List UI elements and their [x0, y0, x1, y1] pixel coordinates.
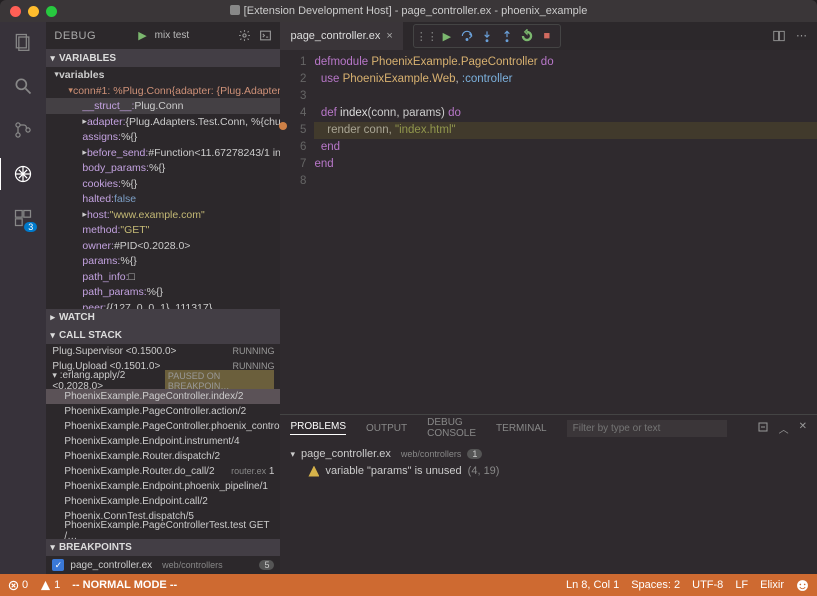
callstack-frame[interactable]: PhoenixExample.PageControllerTest.test G… — [46, 524, 280, 539]
output-tab[interactable]: OUTPUT — [366, 423, 407, 434]
debug-title: DEBUG — [54, 30, 130, 42]
callstack-frame[interactable]: PhoenixExample.Router.do_call/2router.ex… — [46, 464, 280, 479]
step-out-button[interactable] — [498, 27, 516, 45]
debug-icon[interactable] — [11, 162, 35, 186]
feedback-icon[interactable] — [796, 579, 809, 592]
extensions-badge: 3 — [24, 222, 37, 232]
variable-item[interactable]: params: %{} — [46, 253, 280, 269]
eol-status[interactable]: LF — [735, 579, 748, 591]
debug-header: DEBUG ▶ mix test — [46, 22, 280, 49]
language-status[interactable]: Elixir — [760, 579, 784, 591]
stop-button[interactable]: ■ — [538, 27, 556, 45]
variable-item[interactable]: ▸ adapter: {Plug.Adapters.Test.Conn, %{c… — [46, 114, 280, 130]
current-line-highlight — [314, 122, 817, 139]
callstack-thread[interactable]: Plug.Supervisor <0.1500.0>RUNNING — [46, 344, 280, 359]
indentation-status[interactable]: Spaces: 2 — [631, 579, 680, 591]
callstack-frame[interactable]: PhoenixExample.PageController.action/2 — [46, 404, 280, 419]
variable-item[interactable]: assigns: %{} — [46, 129, 280, 145]
step-over-button[interactable] — [458, 27, 476, 45]
variables-scope[interactable]: ▾ variables — [46, 67, 280, 83]
callstack-frame[interactable]: PhoenixExample.PageController.phoenix_co… — [46, 419, 280, 434]
callstack-frame[interactable]: PhoenixExample.Endpoint.phoenix_pipeline… — [46, 479, 280, 494]
bottom-panel: PROBLEMS OUTPUT DEBUG CONSOLE TERMINAL ︿… — [280, 414, 817, 574]
status-bar: 0 1 -- NORMAL MODE -- Ln 8, Col 1 Spaces… — [0, 574, 817, 596]
debug-sidebar: DEBUG ▶ mix test ▾VARIABLES ▾ variables … — [46, 22, 280, 574]
split-editor-icon[interactable] — [772, 29, 786, 43]
variable-item[interactable]: owner: #PID<0.2028.0> — [46, 238, 280, 254]
editor-tabbar: page_controller.ex × ⋮⋮ ▶ ■ ⋯ — [280, 22, 817, 50]
editor-actions: ⋯ — [772, 29, 817, 43]
extensions-icon[interactable]: 3 — [11, 206, 35, 230]
warning-icon — [308, 466, 319, 477]
source-control-icon[interactable] — [11, 118, 35, 142]
panel-tabs: PROBLEMS OUTPUT DEBUG CONSOLE TERMINAL ︿… — [280, 415, 817, 441]
variable-item[interactable]: __struct__: Plug.Conn — [46, 98, 280, 114]
code-content: defmodule PhoenixExample.PageController … — [314, 50, 817, 414]
debug-toolbar: ⋮⋮ ▶ ■ — [413, 24, 561, 48]
variable-item[interactable]: ▸ before_send: #Function<11.67278243/1 i… — [46, 145, 280, 161]
variable-root[interactable]: ▾ conn#1: %Plug.Conn{adapter: {Plug.Adap… — [46, 83, 280, 99]
variable-item[interactable]: body_params: %{} — [46, 160, 280, 176]
variable-item[interactable]: path_info: □ — [46, 269, 280, 285]
window-titlebar: [Extension Development Host] - page_cont… — [0, 0, 817, 22]
maximize-panel-icon[interactable]: ︿ — [779, 421, 789, 436]
step-into-button[interactable] — [478, 27, 496, 45]
callstack-frame[interactable]: PhoenixExample.Router.dispatch/2 — [46, 449, 280, 464]
line-numbers: 12345678 — [280, 50, 314, 414]
cursor-position-status[interactable]: Ln 8, Col 1 — [566, 579, 619, 591]
breakpoint-item[interactable]: ✓ page_controller.ex web/controllers 5 — [46, 556, 280, 574]
callstack-frame[interactable]: PhoenixExample.Endpoint.call/2 — [46, 494, 280, 509]
breakpoint-checkbox[interactable]: ✓ — [52, 559, 64, 571]
problems-filter-input[interactable] — [567, 420, 727, 437]
variable-item[interactable]: halted: false — [46, 191, 280, 207]
problems-list: ▾ page_controller.ex web/controllers 1 v… — [280, 441, 817, 483]
window-title: [Extension Development Host] - page_cont… — [0, 5, 817, 17]
debug-config-selector[interactable]: mix test — [155, 30, 231, 41]
callstack-section-header[interactable]: ▾CALL STACK — [46, 326, 280, 344]
editor-tab[interactable]: page_controller.ex × — [280, 22, 402, 50]
variable-item[interactable]: path_params: %{} — [46, 284, 280, 300]
code-editor[interactable]: 12345678 defmodule PhoenixExample.PageCo… — [280, 50, 817, 414]
watch-section-header[interactable]: ▸WATCH — [46, 309, 280, 327]
close-tab-icon[interactable]: × — [386, 30, 392, 42]
callstack-thread[interactable]: ▾ :erlang.apply/2 <0.2028.0>PAUSED ON BR… — [46, 374, 280, 389]
search-icon[interactable] — [11, 74, 35, 98]
vim-mode-status: -- NORMAL MODE -- — [72, 579, 177, 591]
close-panel-icon[interactable]: ✕ — [799, 421, 807, 436]
variable-item[interactable]: cookies: %{} — [46, 176, 280, 192]
breakpoints-section-header[interactable]: ▾BREAKPOINTS — [46, 539, 280, 557]
activity-bar: 3 — [0, 22, 46, 574]
drag-handle-icon[interactable]: ⋮⋮ — [418, 27, 436, 45]
debug-config-gear-icon[interactable] — [238, 29, 251, 42]
variables-tree: ▾ variables ▾ conn#1: %Plug.Conn{adapter… — [46, 67, 280, 309]
callstack-frame[interactable]: PhoenixExample.PageController.index/2 — [46, 389, 280, 404]
variable-item[interactable]: method: "GET" — [46, 222, 280, 238]
more-actions-icon[interactable]: ⋯ — [796, 29, 807, 43]
debug-console-tab[interactable]: DEBUG CONSOLE — [427, 417, 476, 439]
terminal-tab[interactable]: TERMINAL — [496, 423, 547, 434]
explorer-icon[interactable] — [11, 30, 35, 54]
start-debug-button[interactable]: ▶ — [138, 29, 146, 42]
restart-button[interactable] — [518, 27, 536, 45]
encoding-status[interactable]: UTF-8 — [692, 579, 723, 591]
callstack-frame[interactable]: PhoenixExample.Endpoint.instrument/4 — [46, 434, 280, 449]
warnings-status[interactable]: 1 — [40, 579, 60, 591]
errors-status[interactable]: 0 — [8, 579, 28, 591]
variable-item[interactable]: ▸ host: "www.example.com" — [46, 207, 280, 223]
problem-item[interactable]: variable "params" is unused (4, 19) — [290, 463, 807, 479]
editor-area: page_controller.ex × ⋮⋮ ▶ ■ ⋯ 12345678 — [280, 22, 817, 574]
problems-group[interactable]: ▾ page_controller.ex web/controllers 1 — [290, 445, 807, 463]
debug-console-icon[interactable] — [259, 29, 272, 42]
continue-button[interactable]: ▶ — [438, 27, 456, 45]
collapse-all-icon[interactable] — [757, 421, 769, 436]
variables-section-header[interactable]: ▾VARIABLES — [46, 49, 280, 67]
problems-tab[interactable]: PROBLEMS — [290, 421, 346, 435]
variable-item[interactable]: peer: {{127, 0, 0, 1}, 111317} — [46, 300, 280, 309]
